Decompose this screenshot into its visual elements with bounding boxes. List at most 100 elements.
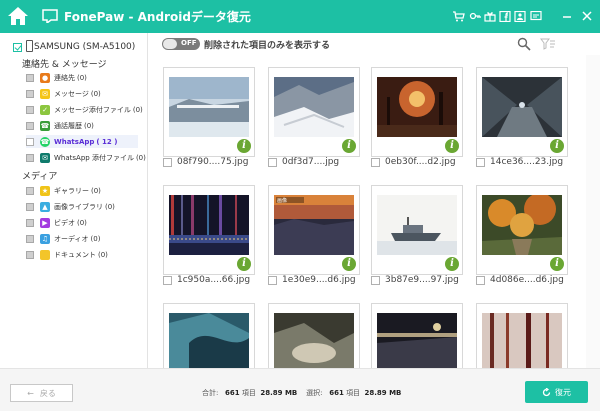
sidebar-item-whatsapp[interactable]: ☎ WhatsApp ( 12 ) [26, 135, 138, 148]
category-sidebar: SAMSUNG (SM-A5100) 連絡先 & メッセージ ● 連絡先 (0)… [0, 33, 148, 368]
register-icon[interactable] [514, 11, 526, 22]
sidebar-item-gallery[interactable]: ★ ギャラリー (0) [26, 184, 101, 197]
search-icon[interactable] [517, 37, 531, 51]
checkbox[interactable] [26, 121, 34, 130]
sidebar-item-call-logs[interactable]: ☎ 通話履歴 (0) [26, 119, 94, 132]
photo-caption[interactable]: 0df3d7....jpg [268, 156, 339, 168]
photo-card[interactable] [371, 303, 463, 368]
photo-checkbox[interactable] [476, 157, 485, 167]
chat-icon[interactable] [530, 11, 542, 22]
photo-card[interactable]: i [476, 185, 568, 275]
info-badge-icon[interactable]: i [444, 256, 460, 272]
recover-button[interactable]: 復元 [525, 381, 588, 403]
photo-caption[interactable]: 3b87e9....97.jpg [371, 274, 459, 286]
checkbox[interactable] [26, 234, 34, 243]
title-bar: FonePaw - Androidデータ復元 [0, 0, 600, 33]
contacts-icon: ● [40, 72, 50, 83]
cart-icon[interactable] [453, 11, 465, 22]
photo-checkbox[interactable] [268, 157, 277, 167]
checkbox[interactable] [26, 250, 34, 259]
info-badge-icon[interactable]: i [341, 138, 357, 154]
back-button[interactable]: ← 戻る [10, 384, 73, 402]
back-label: 戻る [39, 388, 56, 398]
sidebar-item-documents[interactable]: ドキュメント (0) [26, 248, 108, 261]
info-badge-icon[interactable]: i [236, 138, 252, 154]
photo-thumbnail [274, 313, 354, 368]
section-contacts-messages: 連絡先 & メッセージ [22, 60, 107, 70]
facebook-icon[interactable] [499, 11, 511, 22]
sidebar-item-contacts[interactable]: ● 連絡先 (0) [26, 71, 87, 84]
photo-checkbox[interactable] [371, 275, 380, 285]
checkbox[interactable] [26, 218, 34, 227]
photo-caption[interactable]: 14ce36....23.jpg [476, 156, 563, 168]
sidebar-item-label: メッセージ添付ファイル [54, 105, 131, 114]
photo-card[interactable]: 画像 i [268, 185, 360, 275]
sidebar-item-whatsapp-attachments[interactable]: ✉ WhatsApp 添付ファイル (0) [26, 151, 146, 164]
sidebar-item-message-attachments[interactable]: ✓ メッセージ添付ファイル (0) [26, 103, 143, 116]
total-size: 28.89 MB [260, 389, 298, 397]
message-icon: ✉ [40, 88, 50, 99]
photo-card[interactable] [476, 303, 568, 368]
photo-caption[interactable]: 4d086e....d6.jpg [476, 274, 564, 286]
photo-filename: 0eb30f....d2.jpg [385, 157, 456, 167]
home-icon [8, 7, 28, 25]
checkbox[interactable] [26, 89, 34, 98]
checkbox[interactable] [26, 137, 34, 146]
photo-checkbox[interactable] [476, 275, 485, 285]
photo-card[interactable]: i [163, 67, 255, 157]
sidebar-item-count: ( 12 ) [96, 137, 118, 146]
info-badge-icon[interactable]: i [444, 138, 460, 154]
photo-card[interactable]: i [268, 67, 360, 157]
sidebar-item-label: ビデオ [54, 218, 75, 227]
checkbox[interactable] [26, 186, 34, 195]
photo-card[interactable]: i [476, 67, 568, 157]
photo-caption[interactable]: 1e30e9....d6.jpg [268, 274, 356, 286]
photo-checkbox[interactable] [268, 275, 277, 285]
info-badge-icon[interactable]: i [236, 256, 252, 272]
photo-thumbnail [377, 313, 457, 368]
minimize-icon[interactable] [561, 11, 573, 22]
device-checkbox[interactable] [13, 42, 22, 52]
photo-checkbox[interactable] [163, 157, 172, 167]
sidebar-item-messages[interactable]: ✉ メッセージ (0) [26, 87, 101, 100]
sidebar-item-count: (0) [135, 153, 146, 162]
checkbox[interactable] [26, 202, 34, 211]
recover-label: 復元 [555, 387, 571, 397]
info-badge-icon[interactable]: i [341, 256, 357, 272]
info-badge-icon[interactable]: i [549, 138, 565, 154]
audio-icon: ♫ [40, 233, 50, 244]
deleted-only-toggle[interactable]: OFF [162, 38, 200, 50]
photo-caption[interactable]: 0eb30f....d2.jpg [371, 156, 456, 168]
gift-icon[interactable] [484, 11, 496, 22]
sidebar-item-count: (0) [90, 89, 101, 98]
photo-thumbnail [377, 195, 457, 255]
close-icon[interactable] [581, 11, 593, 22]
photo-caption[interactable]: 08f790....75.jpg [163, 156, 248, 168]
filter-icon[interactable] [540, 38, 556, 50]
sidebar-item-audio[interactable]: ♫ オーディオ (0) [26, 232, 100, 245]
home-button[interactable] [5, 3, 31, 29]
photo-card[interactable]: i [163, 185, 255, 275]
info-badge-icon[interactable]: i [549, 256, 565, 272]
photo-thumbnail [169, 195, 249, 255]
sidebar-item-picture-library[interactable]: ▲ 画像ライブラリ (0) [26, 200, 115, 213]
sidebar-item-count: (0) [90, 234, 101, 243]
gallery-icon: ★ [40, 185, 50, 196]
checkbox[interactable] [26, 153, 34, 162]
total-unit: 項目 [241, 389, 256, 397]
photo-card[interactable]: i [371, 67, 463, 157]
photo-checkbox[interactable] [163, 275, 172, 285]
photo-grid: i i i i 08f790....75.jpg 0df3d7....jpg 0… [149, 55, 586, 368]
checkbox[interactable] [26, 105, 34, 114]
sidebar-item-videos[interactable]: ▶ ビデオ (0) [26, 216, 87, 229]
photo-card[interactable] [268, 303, 360, 368]
photo-card[interactable] [163, 303, 255, 368]
selection-stats: 合計: 661 項目 28.89 MB 選択: 661 項目 28.89 MB [202, 388, 401, 398]
checkbox[interactable] [26, 73, 34, 82]
grid-scrollbar[interactable] [586, 55, 600, 368]
photo-card[interactable]: i [371, 185, 463, 275]
photo-checkbox[interactable] [371, 157, 380, 167]
photo-caption[interactable]: 1c950a....66.jpg [163, 274, 250, 286]
sidebar-item-count: (0) [84, 121, 94, 130]
key-icon[interactable] [469, 11, 481, 22]
